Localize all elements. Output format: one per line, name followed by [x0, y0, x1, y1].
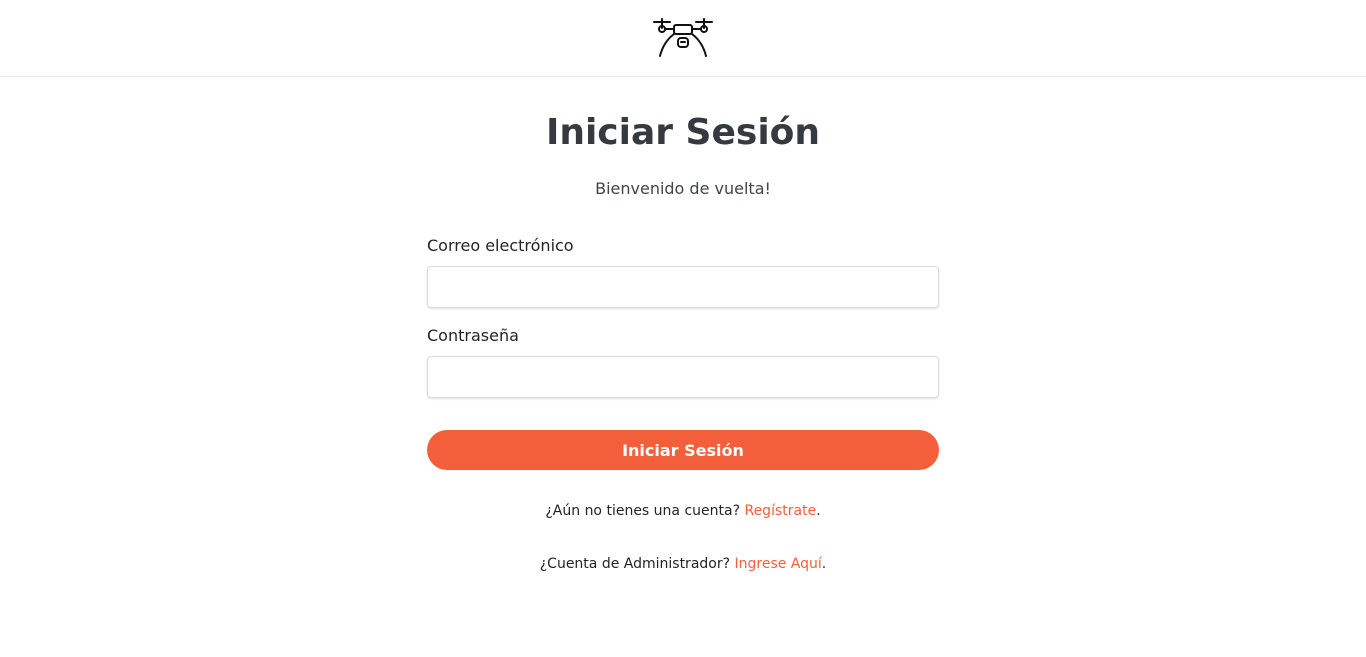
register-suffix: . [816, 503, 821, 519]
register-link[interactable]: Regístrate [744, 503, 816, 519]
admin-prompt-line: ¿Cuenta de Administrador? Ingrese Aquí. [0, 556, 1366, 572]
register-prompt-line: ¿Aún no tienes una cuenta? Regístrate. [0, 503, 1366, 519]
drone-icon[interactable] [652, 16, 714, 60]
admin-prompt-text: ¿Cuenta de Administrador? [539, 556, 731, 572]
page-title: Iniciar Sesión [545, 112, 821, 153]
admin-suffix: . [821, 556, 827, 572]
password-field[interactable] [427, 356, 939, 398]
password-label: Contraseña [427, 326, 519, 345]
welcome-subtitle: Bienvenido de vuelta! [595, 179, 771, 198]
login-button[interactable]: Iniciar Sesión [427, 430, 939, 470]
admin-login-link[interactable]: Ingrese Aquí [735, 556, 822, 572]
email-field[interactable] [427, 266, 939, 308]
top-navbar [0, 0, 1366, 77]
register-prompt-text: ¿Aún no tienes una cuenta? [545, 503, 741, 519]
email-label: Correo electrónico [427, 236, 574, 255]
